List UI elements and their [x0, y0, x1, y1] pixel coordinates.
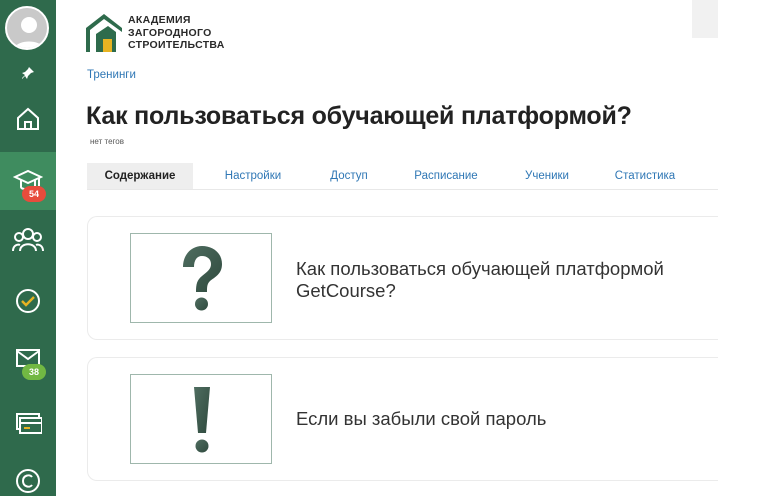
- house-logo-icon: [86, 14, 122, 52]
- notification-badge: 38: [22, 364, 46, 380]
- logo-text: АКАДЕМИЯ ЗАГОРОДНОГО СТРОИТЕЛЬСТВА: [128, 14, 225, 52]
- sidebar-item-messages[interactable]: 38: [0, 330, 56, 388]
- check-circle-icon: [16, 289, 40, 313]
- sidebar-item-tasks[interactable]: [0, 272, 56, 330]
- tab-settings[interactable]: Настройки: [193, 163, 313, 189]
- page-title: Как пользоваться обучающей платформой?: [86, 102, 632, 130]
- users-icon: [12, 228, 44, 252]
- user-silhouette-icon: [14, 17, 44, 48]
- header-action-area[interactable]: [692, 0, 718, 38]
- sidebar: 54 38: [0, 0, 56, 496]
- home-icon: [17, 107, 39, 130]
- lesson-title[interactable]: Как пользоваться обучающей платформой Ge…: [296, 258, 716, 302]
- company-logo[interactable]: АКАДЕМИЯ ЗАГОРОДНОГО СТРОИТЕЛЬСТВА: [86, 14, 225, 52]
- sidebar-item-users[interactable]: [0, 210, 56, 268]
- tab-bar: Содержание Настройки Доступ Расписание У…: [87, 163, 718, 190]
- sidebar-item-trainings[interactable]: 54: [0, 152, 56, 210]
- breadcrumb-trainings[interactable]: Тренинги: [87, 69, 136, 81]
- tab-schedule[interactable]: Расписание: [385, 163, 507, 189]
- payments-icon: [16, 413, 42, 434]
- tab-students[interactable]: Ученики: [507, 163, 587, 189]
- pin-icon[interactable]: [0, 60, 56, 86]
- avatar[interactable]: [5, 6, 49, 50]
- lesson-card[interactable]: Если вы забыли свой пароль: [87, 357, 718, 481]
- tab-access[interactable]: Доступ: [313, 163, 385, 189]
- sidebar-item-copyright[interactable]: [0, 452, 56, 496]
- copyright-icon: [16, 469, 40, 493]
- logo-line: АКАДЕМИЯ: [128, 14, 191, 26]
- lesson-thumbnail[interactable]: [130, 374, 272, 464]
- logo-line: СТРОИТЕЛЬСТВА: [128, 39, 225, 51]
- lesson-card[interactable]: Как пользоваться обучающей платформой Ge…: [87, 216, 718, 340]
- logo-line: ЗАГОРОДНОГО: [128, 26, 212, 39]
- lesson-title[interactable]: Если вы забыли свой пароль: [296, 408, 716, 430]
- sidebar-item-home[interactable]: [0, 90, 56, 148]
- tags-label: нет тегов: [90, 137, 124, 146]
- lesson-thumbnail[interactable]: [130, 233, 272, 323]
- notification-badge: 54: [22, 186, 46, 202]
- question-icon: [183, 246, 222, 311]
- sidebar-item-payments[interactable]: [0, 394, 56, 452]
- tab-content[interactable]: Содержание: [87, 163, 193, 189]
- exclamation-icon: [194, 387, 210, 453]
- tab-statistics[interactable]: Статистика: [587, 163, 703, 189]
